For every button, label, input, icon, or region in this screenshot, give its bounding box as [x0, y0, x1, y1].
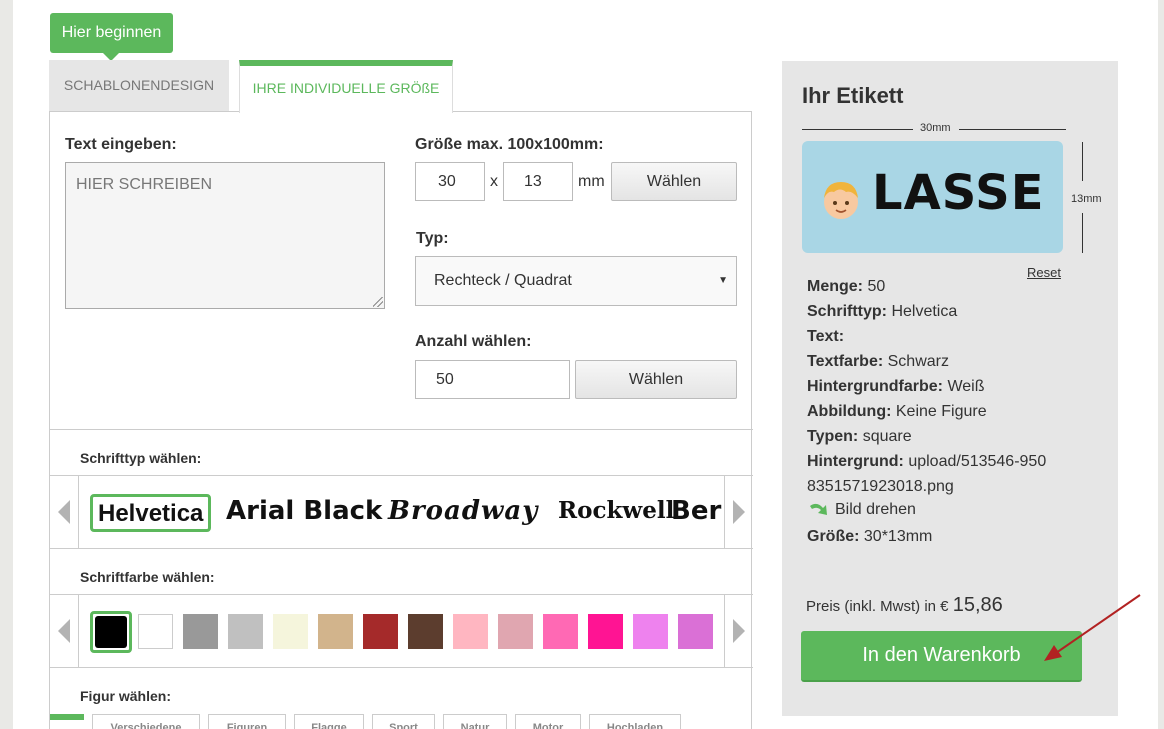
- color-swatch[interactable]: [363, 614, 398, 649]
- figure-tab-flagge[interactable]: Flagge: [294, 714, 364, 729]
- info-figure: Abbildung: Keine Figure: [807, 403, 987, 420]
- color-swatch[interactable]: [408, 614, 443, 649]
- rotate-image-link[interactable]: Bild drehen: [807, 500, 916, 520]
- color-swatch[interactable]: [633, 614, 668, 649]
- figure-tab-indicator: [50, 714, 84, 720]
- price-label: Preis (inkl. Mwst) in €: [806, 598, 949, 615]
- color-swatch[interactable]: [90, 611, 132, 653]
- figure-tab-natur[interactable]: Natur: [443, 714, 507, 729]
- font-option-arial-black[interactable]: Arial Black: [226, 494, 382, 532]
- figure-tab-verschiedene[interactable]: Verschiedene: [92, 714, 200, 729]
- type-select[interactable]: Rechteck / Quadrat ▼: [415, 256, 737, 306]
- quantity-label: Anzahl wählen:: [415, 333, 532, 350]
- resize-grip-icon[interactable]: [373, 297, 383, 307]
- color-swatch[interactable]: [678, 614, 713, 649]
- chevron-down-icon: ▼: [718, 275, 728, 286]
- reset-link[interactable]: Reset: [1027, 265, 1061, 280]
- height-dimension-label: 13mm: [1071, 193, 1102, 205]
- figure-tab-motor[interactable]: Motor: [515, 714, 581, 729]
- height-dimension-line: [1082, 142, 1083, 181]
- text-label: Text eingeben:: [65, 136, 177, 153]
- boy-face-icon: [824, 182, 858, 219]
- figure-tab-hochladen[interactable]: Hochladen: [589, 714, 681, 729]
- info-size: Größe: 30*13mm: [807, 528, 933, 545]
- color-swatch[interactable]: [543, 614, 578, 649]
- label-panel-title: Ihr Etikett: [802, 83, 904, 108]
- tab-custom-size[interactable]: IHRE INDIVIDUELLE GRÖßE: [239, 60, 453, 113]
- price-value: 15,86: [952, 594, 1003, 616]
- color-swatch[interactable]: [138, 614, 173, 649]
- info-background-color: Hintergrundfarbe: Weiß: [807, 378, 985, 395]
- text-input[interactable]: HIER SCHREIBEN: [65, 162, 385, 309]
- color-swatch[interactable]: [498, 614, 533, 649]
- figure-section-label: Figur wählen:: [80, 688, 171, 704]
- height-input[interactable]: 13: [503, 162, 573, 201]
- info-font: Schrifttyp: Helvetica: [807, 303, 958, 320]
- price: Preis (inkl. Mwst) in € 15,86: [806, 594, 1003, 617]
- size-choose-button[interactable]: Wählen: [611, 162, 737, 201]
- rotate-label: Bild drehen: [835, 501, 916, 518]
- font-prev-arrow[interactable]: [50, 476, 79, 548]
- font-option-helvetica[interactable]: Helvetica: [90, 494, 212, 532]
- color-swatch[interactable]: [228, 614, 263, 649]
- color-strip: [80, 595, 723, 667]
- quantity-choose-button[interactable]: Wählen: [575, 360, 737, 399]
- editor-panel: Text eingeben: HIER SCHREIBEN Größe max.…: [49, 111, 753, 729]
- color-prev-arrow[interactable]: [50, 595, 79, 667]
- info-background-file: Hintergrund: upload/513546-9508351571923…: [807, 453, 1047, 495]
- font-option-berl[interactable]: Berl: [671, 494, 723, 532]
- color-swatch[interactable]: [318, 614, 353, 649]
- start-here-badge[interactable]: Hier beginnen: [50, 13, 173, 61]
- arrow-left-icon: [58, 500, 70, 524]
- size-label: Größe max. 100x100mm:: [415, 136, 604, 153]
- font-next-arrow[interactable]: [724, 476, 753, 548]
- info-text: Text:: [807, 328, 845, 345]
- font-strip: Helvetica Arial Black Broadway Rockwell …: [80, 476, 723, 548]
- width-dimension-line: [802, 129, 913, 130]
- type-label: Typ:: [416, 230, 449, 247]
- label-preview: LASSE: [802, 141, 1063, 253]
- color-section-label: Schriftfarbe wählen:: [80, 569, 215, 585]
- rotate-arrow-icon: [810, 503, 827, 515]
- color-swatch[interactable]: [273, 614, 308, 649]
- text-placeholder: HIER SCHREIBEN: [76, 176, 213, 193]
- color-swatch-fill: [95, 616, 127, 648]
- width-dimension-label: 30mm: [920, 122, 951, 134]
- type-select-value: Rechteck / Quadrat: [434, 272, 572, 289]
- color-swatch[interactable]: [453, 614, 488, 649]
- tab-template-design[interactable]: SCHABLONENDESIGN: [49, 60, 229, 111]
- figure-tab-figuren[interactable]: Figuren: [208, 714, 286, 729]
- font-section-label: Schrifttyp wählen:: [80, 450, 202, 466]
- size-separator: x: [490, 173, 498, 190]
- color-swatch[interactable]: [183, 614, 218, 649]
- font-option-broadway[interactable]: Broadway: [388, 494, 538, 532]
- width-dimension-line: [959, 129, 1066, 130]
- color-carousel: [50, 594, 753, 668]
- height-dimension-line: [1082, 213, 1083, 253]
- arrow-right-icon: [733, 500, 745, 524]
- figure-tab-sport[interactable]: Sport: [372, 714, 435, 729]
- info-quantity: Menge: 50: [807, 278, 886, 295]
- pointer-arrow-icon: [1044, 594, 1141, 661]
- font-carousel: Helvetica Arial Black Broadway Rockwell …: [50, 475, 753, 549]
- divider: [50, 429, 753, 430]
- font-option-rockwell[interactable]: Rockwell: [558, 494, 674, 532]
- color-next-arrow[interactable]: [724, 595, 753, 667]
- color-swatch[interactable]: [588, 614, 623, 649]
- arrow-left-icon: [58, 619, 70, 643]
- info-text-color: Textfarbe: Schwarz: [807, 353, 949, 370]
- unit-label: mm: [578, 173, 605, 190]
- quantity-input[interactable]: 50: [415, 360, 570, 399]
- preview-label-text: LASSE: [872, 165, 1045, 221]
- info-type: Typen: square: [807, 428, 912, 445]
- arrow-right-icon: [733, 619, 745, 643]
- width-input[interactable]: 30: [415, 162, 485, 201]
